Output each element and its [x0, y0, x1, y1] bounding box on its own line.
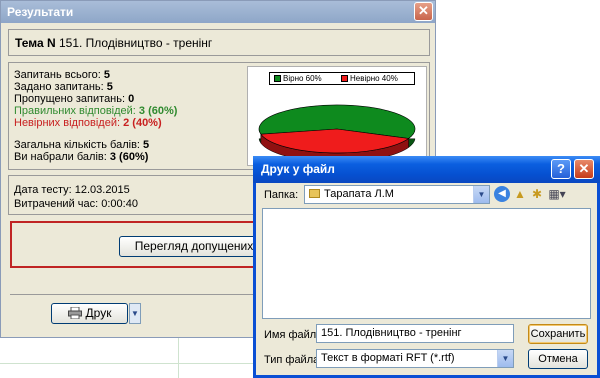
print-to-file-dialog: Друк у файл ? ✕ Папка: Тарапата Л.М ▼ ◀ … — [253, 156, 600, 378]
chevron-down-icon[interactable]: ▼ — [497, 350, 513, 367]
time-label: Витрачений час: — [14, 198, 99, 210]
stat-label: Запитань всього: — [14, 69, 101, 81]
stat-value: 3 (60%) — [138, 105, 178, 117]
background-guide — [0, 363, 253, 364]
stat-label: Ви набрали балів: — [14, 151, 107, 163]
folder-value: Тарапата Л.М — [324, 188, 394, 200]
theme-value: 151. Плодівництво - тренінг — [58, 36, 213, 50]
back-icon[interactable]: ◀ — [494, 186, 510, 202]
theme-label: Тема N — [15, 36, 56, 50]
stat-value: 5 — [143, 139, 150, 151]
stat-value: 3 (60%) — [109, 151, 149, 163]
stat-label: Загальна кількість балів: — [14, 139, 140, 151]
stat-value: 2 (40%) — [123, 117, 162, 129]
save-button[interactable]: Сохранить — [528, 324, 588, 344]
stat-total-score: Загальна кількість балів: 5 — [14, 139, 149, 151]
up-folder-icon[interactable]: ▲ — [512, 186, 528, 202]
chevron-down-icon[interactable]: ▼ — [473, 186, 489, 203]
stat-value: 5 — [103, 69, 110, 81]
results-title-bar[interactable]: Результати — [1, 1, 435, 23]
stat-earned: Ви набрали балів: 3 (60%) — [14, 151, 148, 163]
help-icon[interactable]: ? — [551, 159, 571, 179]
print-button[interactable]: Друк — [51, 303, 128, 324]
filetype-label: Тип файла: — [264, 354, 323, 366]
pie-chart-panel: Вірно 60% Невірно 40% — [247, 66, 427, 166]
folder-select[interactable]: Тарапата Л.М ▼ — [304, 185, 490, 204]
folder-label: Папка: — [264, 189, 299, 201]
pie-chart — [258, 104, 416, 163]
folder-icon — [309, 189, 320, 198]
file-list[interactable] — [262, 208, 591, 319]
theme-panel: Тема N 151. Плодівництво - тренінг — [8, 29, 430, 56]
stat-label: Пропущено запитань: — [14, 93, 126, 105]
test-date: Дата тесту: 12.03.2015 — [14, 184, 130, 196]
stat-label: Задано запитань: — [14, 81, 104, 93]
stat-given: Задано запитань: 5 — [14, 81, 113, 93]
date-label: Дата тесту: — [14, 184, 72, 196]
stat-wrong: Невірних відповідей: 2 (40%) — [14, 117, 162, 129]
cancel-button[interactable]: Отмена — [528, 349, 588, 369]
results-title: Результати — [7, 5, 74, 19]
background-guide — [178, 338, 179, 378]
filetype-value: Текст в форматі RFT (*.rtf) — [321, 352, 455, 364]
view-menu-icon[interactable]: ▦▾ — [546, 186, 568, 202]
printer-icon — [67, 306, 82, 320]
print-button-label: Друк — [85, 306, 112, 320]
filename-input[interactable]: 151. Плодівництво - тренінг — [316, 324, 514, 343]
print-dropdown-arrow[interactable]: ▼ — [129, 303, 141, 324]
stat-label: Невірних відповідей: — [14, 117, 121, 129]
time-spent: Витрачений час: 0:00:40 — [14, 198, 138, 210]
dialog-title: Друк у файл — [261, 162, 335, 176]
filetype-select[interactable]: Текст в форматі RFT (*.rtf) ▼ — [316, 349, 514, 368]
stat-asked-total: Запитань всього: 5 — [14, 69, 110, 81]
stat-label: Правильних відповідей: — [14, 105, 136, 117]
close-icon[interactable]: ✕ — [414, 2, 433, 21]
stat-skipped: Пропущено запитань: 0 — [14, 93, 134, 105]
date-value: 12.03.2015 — [74, 184, 130, 196]
dialog-close-icon[interactable]: ✕ — [574, 159, 594, 179]
time-value: 0:00:40 — [101, 198, 138, 210]
new-folder-icon[interactable]: ✱ — [529, 186, 545, 202]
stat-value: 5 — [106, 81, 113, 93]
dialog-title-bar[interactable]: Друк у файл — [253, 156, 600, 183]
stat-correct: Правильних відповідей: 3 (60%) — [14, 105, 177, 117]
stats-panel: Запитань всього: 5 Задано запитань: 5 Пр… — [8, 62, 430, 170]
stat-value: 0 — [128, 93, 135, 105]
review-mistakes-button[interactable]: Перегляд допущених — [119, 236, 269, 257]
